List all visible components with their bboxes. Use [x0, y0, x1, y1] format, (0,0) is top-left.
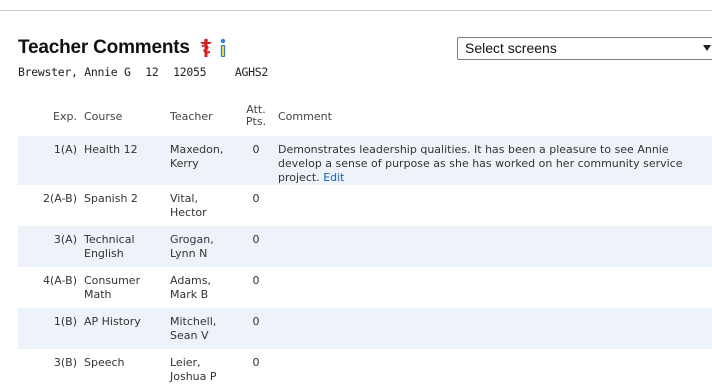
- cell-att-pts: 0: [252, 192, 260, 205]
- header-comment: Comment: [278, 109, 332, 123]
- header-course: Course: [84, 109, 123, 123]
- edit-link[interactable]: Edit: [323, 171, 344, 184]
- cell-teacher: Maxedon, Kerry: [170, 143, 224, 170]
- student-info: Brewster, Annie G 12 12055 AGHS2: [18, 65, 276, 79]
- student-grade: 12: [145, 65, 159, 79]
- cell-exp: 2(A-B): [43, 192, 77, 205]
- cell-comment: Demonstrates leadership qualities. It ha…: [278, 136, 712, 185]
- table-row: 1(A) Health 12 Maxedon, Kerry 0 Demonstr…: [18, 136, 712, 185]
- cell-att-pts: 0: [252, 233, 260, 246]
- cell-teacher: Mitchell, Sean V: [170, 315, 217, 342]
- cell-att-pts: 0: [252, 274, 260, 287]
- table-row: 4(A-B) Consumer Math Adams, Mark B 0: [18, 267, 712, 308]
- page-header: Teacher Comments: [18, 36, 227, 60]
- cell-course: Speech: [84, 356, 125, 369]
- cell-exp: 1(B): [53, 315, 77, 328]
- cell-att-pts: 0: [252, 315, 260, 328]
- student-school: AGHS2: [234, 65, 268, 79]
- cell-att-pts: 0: [252, 356, 260, 369]
- cell-exp: 3(B): [53, 356, 77, 369]
- page-title: Teacher Comments: [18, 37, 190, 58]
- header-teacher: Teacher: [170, 109, 213, 123]
- chevron-down-icon: [703, 45, 711, 51]
- select-screens-value: Select screens: [465, 40, 557, 56]
- cell-course: AP History: [84, 315, 141, 328]
- cell-att-pts: 0: [252, 143, 260, 156]
- medical-alert-icon[interactable]: [199, 38, 213, 58]
- table-row: 3(A) Technical English Grogan, Lynn N 0: [18, 226, 712, 267]
- info-icon[interactable]: [219, 38, 227, 58]
- student-name: Brewster, Annie G: [18, 65, 131, 79]
- cell-course: Technical English: [84, 233, 135, 260]
- header-att-pts-label: Att. Pts.: [245, 103, 267, 128]
- cell-comment: [278, 267, 712, 308]
- cell-comment: [278, 185, 712, 226]
- table-row: 3(B) Speech Leier, Joshua P 0: [18, 349, 712, 390]
- cell-teacher: Adams, Mark B: [170, 274, 211, 301]
- top-divider: [0, 10, 712, 11]
- cell-teacher: Leier, Joshua P: [170, 356, 217, 383]
- cell-teacher: Grogan, Lynn N: [170, 233, 214, 260]
- cell-comment: [278, 226, 712, 267]
- cell-teacher: Vital, Hector: [170, 192, 207, 219]
- header-exp: Exp.: [53, 109, 77, 123]
- cell-comment: [278, 349, 712, 390]
- cell-course: Health 12: [84, 143, 138, 156]
- header-att-pts: Att. Pts.: [234, 96, 278, 136]
- cell-exp: 4(A-B): [43, 274, 77, 287]
- select-screens-dropdown[interactable]: Select screens: [457, 37, 712, 60]
- cell-exp: 1(A): [53, 143, 77, 156]
- table-header-row: Exp. Course Teacher Att. Pts. Comment: [18, 96, 712, 136]
- student-id: 12055: [173, 65, 207, 79]
- teacher-comments-table: Exp. Course Teacher Att. Pts. Comment 1(…: [18, 96, 712, 390]
- cell-exp: 3(A): [53, 233, 77, 246]
- cell-course: Consumer Math: [84, 274, 141, 301]
- table-row: 1(B) AP History Mitchell, Sean V 0: [18, 308, 712, 349]
- cell-course: Spanish 2: [84, 192, 138, 205]
- cell-comment: [278, 308, 712, 349]
- table-row: 2(A-B) Spanish 2 Vital, Hector 0: [18, 185, 712, 226]
